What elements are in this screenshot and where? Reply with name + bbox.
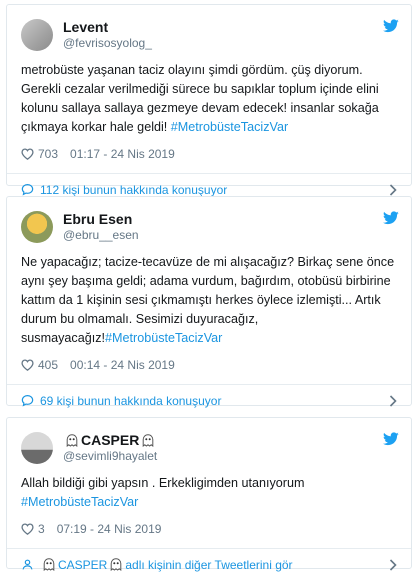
author-name[interactable]: Ebru Esen: [63, 211, 139, 227]
heart-icon[interactable]: [21, 523, 34, 535]
author-handle[interactable]: @sevimli9hayalet: [63, 448, 157, 464]
twitter-bird-icon[interactable]: [383, 432, 399, 446]
like-count: 3: [38, 522, 45, 536]
chevron-right-icon: [389, 558, 397, 571]
footer-author-name: CASPER: [58, 557, 108, 572]
more-tweets-link[interactable]: CASPER adlı kişinin diğer Tweetlerini gö…: [7, 549, 411, 580]
speech-bubble-icon: [21, 395, 34, 407]
conversation-link[interactable]: 69 kişi bunun hakkında konuşuyor: [7, 385, 411, 416]
ghost-emoji-icon: [143, 434, 154, 447]
author-name[interactable]: CASPER: [63, 432, 157, 448]
twitter-bird-icon[interactable]: [383, 211, 399, 225]
avatar[interactable]: [21, 19, 53, 51]
conversation-label: 69 kişi bunun hakkında konuşuyor: [40, 393, 222, 408]
tweet-card: CASPER @sevimli9hayalet Allah bildiği gi…: [6, 417, 412, 572]
heart-icon[interactable]: [21, 359, 34, 371]
chevron-right-icon: [389, 183, 397, 196]
tweet-card: Levent @fevrisosyolog_ metrobüste yaşana…: [6, 4, 412, 197]
tweet-text: metrobüste yaşanan taciz olayını şimdi g…: [21, 61, 397, 137]
ghost-emoji-icon: [111, 558, 122, 571]
person-icon: [22, 559, 33, 570]
more-tweets-label: adlı kişinin diğer Tweetlerini gör: [125, 557, 293, 572]
author-handle[interactable]: @ebru__esen: [63, 227, 139, 243]
tweet-timestamp[interactable]: 01:17 - 24 Nis 2019: [70, 147, 175, 161]
heart-icon[interactable]: [21, 148, 34, 160]
tweet-timestamp[interactable]: 00:14 - 24 Nis 2019: [70, 358, 175, 372]
twitter-bird-icon[interactable]: [383, 19, 399, 33]
author-handle[interactable]: @fevrisosyolog_: [63, 35, 152, 51]
ghost-emoji-icon: [43, 558, 55, 571]
conversation-label: 112 kişi bunun hakkında konuşuyor: [40, 182, 228, 197]
tweet-timestamp[interactable]: 07:19 - 24 Nis 2019: [57, 522, 162, 536]
tweet-card: Ebru Esen @ebru__esen Ne yapacağız; taci…: [6, 196, 412, 408]
tweet-text-body: Allah bildiği gibi yapsın . Erkekligimde…: [21, 476, 305, 490]
speech-bubble-icon: [21, 184, 34, 196]
ghost-emoji-icon: [66, 434, 78, 447]
hashtag-link[interactable]: #MetrobüsteTacizVar: [21, 495, 138, 509]
like-count: 405: [38, 358, 59, 372]
chevron-right-icon: [389, 394, 397, 407]
author-name-text: CASPER: [81, 432, 140, 448]
avatar[interactable]: [21, 211, 53, 243]
avatar[interactable]: [21, 432, 53, 464]
tweet-text: Allah bildiği gibi yapsın . Erkekligimde…: [21, 474, 397, 512]
like-count: 703: [38, 147, 59, 161]
hashtag-link[interactable]: #MetrobüsteTacizVar: [105, 331, 222, 345]
hashtag-link[interactable]: #MetrobüsteTacizVar: [171, 120, 288, 134]
tweet-text: Ne yapacağız; tacize-tecavüze de mi alış…: [21, 253, 397, 348]
author-name[interactable]: Levent: [63, 19, 152, 35]
